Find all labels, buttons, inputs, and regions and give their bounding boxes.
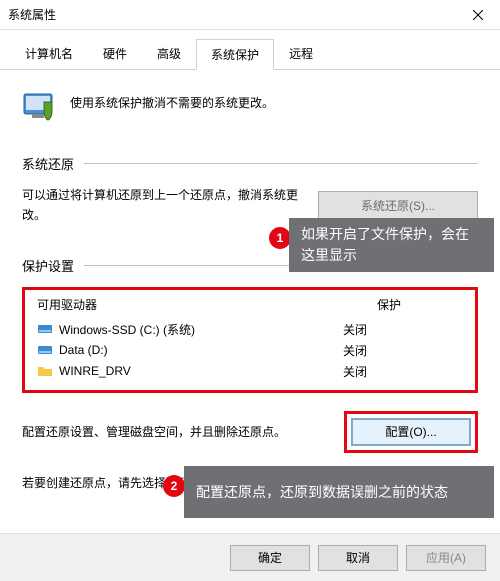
drive-status: 关闭 <box>343 363 463 380</box>
close-button[interactable] <box>455 0 500 30</box>
window-title: 系统属性 <box>8 6 56 23</box>
config-row: 配置还原设置、管理磁盘空间，并且删除还原点。 配置(O)... <box>22 411 478 453</box>
section-protect-title: 保护设置 <box>22 256 74 275</box>
folder-icon <box>37 363 53 379</box>
annotation-callout-1: 如果开启了文件保护，会在这里显示 <box>289 218 494 272</box>
shield-monitor-icon <box>22 88 58 124</box>
intro-row: 使用系统保护撤消不需要的系统更改。 <box>22 88 478 124</box>
tab-system-protect[interactable]: 系统保护 <box>196 39 274 70</box>
titlebar: 系统属性 <box>0 0 500 30</box>
tab-advanced[interactable]: 高级 <box>142 38 196 69</box>
annotation-callout-2: 配置还原点，还原到数据误删之前的状态 <box>184 466 494 518</box>
intro-text: 使用系统保护撤消不需要的系统更改。 <box>70 88 274 111</box>
config-highlight: 配置(O)... <box>344 411 478 453</box>
apply-button: 应用(A) <box>406 545 486 571</box>
annotation-badge-2: 2 <box>163 475 185 497</box>
drive-name: Windows-SSD (C:) (系统) <box>59 321 195 338</box>
table-row[interactable]: WINRE_DRV 关闭 <box>33 361 467 382</box>
section-restore-head: 系统还原 <box>22 154 478 173</box>
annotation-badge-1: 1 <box>269 227 291 249</box>
drives-header: 可用驱动器 保护 <box>33 294 467 319</box>
tab-computer-name[interactable]: 计算机名 <box>10 38 88 69</box>
system-restore-button[interactable]: 系统还原(S)... <box>318 191 478 219</box>
table-row[interactable]: Windows-SSD (C:) (系统) 关闭 <box>33 319 467 340</box>
tab-remote[interactable]: 远程 <box>274 38 328 69</box>
content-area: 使用系统保护撤消不需要的系统更改。 系统还原 可以通过将计算机还原到上一个还原点… <box>0 70 500 513</box>
dialog-footer: 确定 取消 应用(A) <box>0 533 500 581</box>
drive-icon <box>37 321 53 337</box>
drive-status: 关闭 <box>343 342 463 359</box>
tab-hardware[interactable]: 硬件 <box>88 38 142 69</box>
drive-status: 关闭 <box>343 321 463 338</box>
col-status: 保护 <box>377 296 463 313</box>
tabs: 计算机名 硬件 高级 系统保护 远程 <box>0 30 500 70</box>
drive-icon <box>37 342 53 358</box>
drive-name: WINRE_DRV <box>59 364 131 378</box>
close-icon <box>473 10 483 20</box>
table-row[interactable]: Data (D:) 关闭 <box>33 340 467 361</box>
config-text: 配置还原设置、管理磁盘空间，并且删除还原点。 <box>22 423 330 440</box>
restore-text: 可以通过将计算机还原到上一个还原点，撤消系统更改。 <box>22 185 304 226</box>
drives-list: 可用驱动器 保护 Windows-SSD (C:) (系统) 关闭 Data (… <box>22 287 478 393</box>
divider <box>84 163 478 164</box>
cancel-button[interactable]: 取消 <box>318 545 398 571</box>
configure-button[interactable]: 配置(O)... <box>351 418 471 446</box>
col-drive: 可用驱动器 <box>37 296 97 313</box>
ok-button[interactable]: 确定 <box>230 545 310 571</box>
section-restore-title: 系统还原 <box>22 154 74 173</box>
drive-name: Data (D:) <box>59 343 108 357</box>
